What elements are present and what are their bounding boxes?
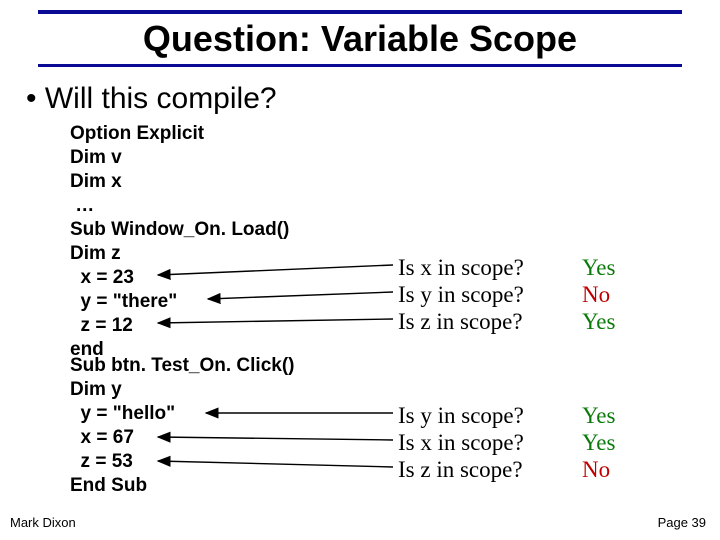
top-rule: [38, 10, 682, 14]
answer-row: Yes: [582, 254, 615, 281]
answer-row: Yes: [582, 429, 615, 456]
answers-top: Yes No Yes: [582, 254, 615, 335]
footer-page: Page 39: [658, 515, 706, 530]
slide-title: Question: Variable Scope: [0, 18, 720, 60]
question-row: Is x in scope?: [398, 254, 524, 281]
answer-row: No: [582, 456, 615, 483]
question-row: Is y in scope?: [398, 402, 524, 429]
answer-row: No: [582, 281, 615, 308]
question-row: Is z in scope?: [398, 456, 524, 483]
question-row: Is z in scope?: [398, 308, 524, 335]
footer-author: Mark Dixon: [10, 515, 76, 530]
questions-bottom: Is y in scope? Is x in scope? Is z in sc…: [398, 402, 524, 483]
bullet-question: • Will this compile?: [26, 82, 277, 116]
question-row: Is x in scope?: [398, 429, 524, 456]
answers-bottom: Yes Yes No: [582, 402, 615, 483]
code-block-2: Sub btn. Test_On. Click() Dim y y = "hel…: [70, 354, 295, 498]
code-block-1: Option Explicit Dim v Dim x … Sub Window…: [70, 122, 289, 362]
answer-row: Yes: [582, 308, 615, 335]
slide: Question: Variable Scope • Will this com…: [0, 0, 720, 540]
question-row: Is y in scope?: [398, 281, 524, 308]
questions-top: Is x in scope? Is y in scope? Is z in sc…: [398, 254, 524, 335]
title-underline: [38, 64, 682, 67]
answer-row: Yes: [582, 402, 615, 429]
